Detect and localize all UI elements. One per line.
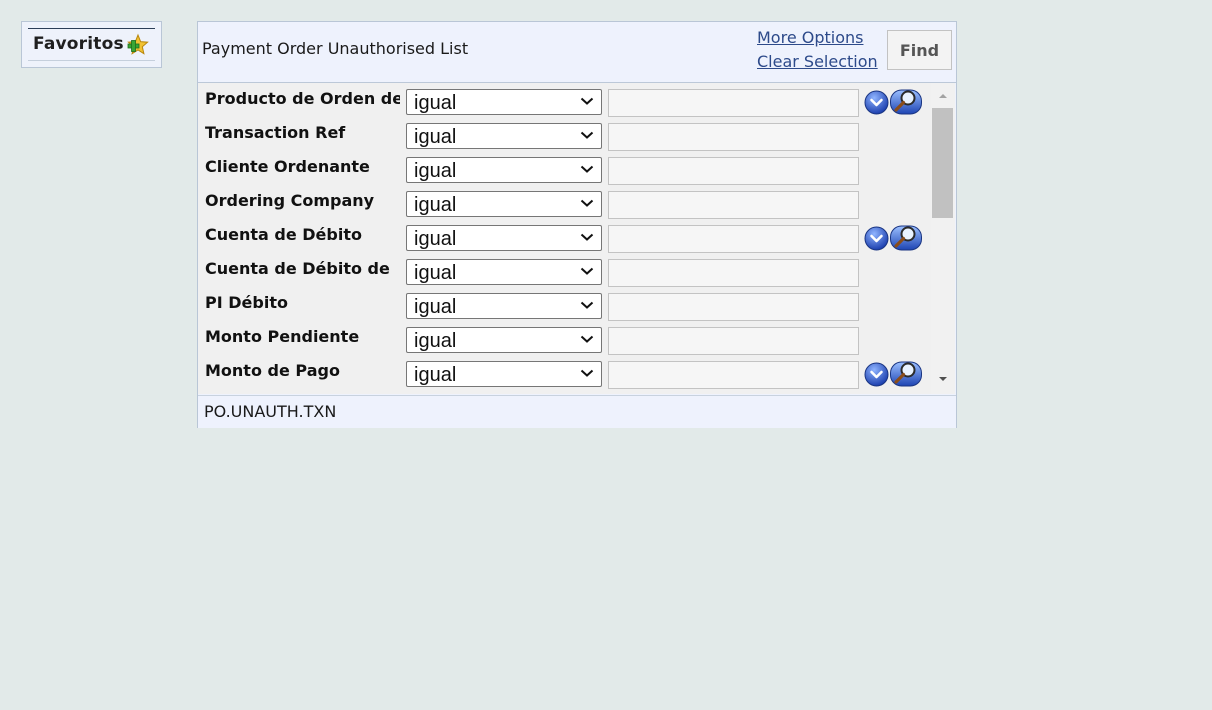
field-label: Ordering Company xyxy=(205,191,375,210)
operator-select[interactable]: igual xyxy=(406,89,602,115)
field-label: Cliente Ordenante xyxy=(205,157,370,176)
criteria-value-input[interactable] xyxy=(608,89,859,117)
enquiry-id: PO.UNAUTH.TXN xyxy=(204,402,337,421)
criteria-row-7: PI Débito igual xyxy=(198,287,931,321)
more-options-link[interactable]: More Options xyxy=(757,28,863,47)
operator-select[interactable]: igual xyxy=(406,191,602,217)
operator-value: igual xyxy=(414,330,457,352)
operator-select[interactable]: igual xyxy=(406,123,602,149)
operator-select[interactable]: igual xyxy=(406,225,602,251)
criteria-row-5: Cuenta de Débito igual xyxy=(198,219,931,253)
scroll-down-arrow-icon[interactable] xyxy=(937,374,949,384)
chevron-down-icon xyxy=(580,199,594,207)
criteria-row-8: Monto Pendiente igual xyxy=(198,321,931,355)
operator-value: igual xyxy=(414,296,457,318)
field-label: Monto de Pago xyxy=(205,361,340,380)
find-button[interactable]: Find xyxy=(887,30,952,70)
operator-value: igual xyxy=(414,262,457,284)
clear-selection-link[interactable]: Clear Selection xyxy=(757,52,878,71)
operator-value: igual xyxy=(414,92,457,114)
field-label: PI Débito xyxy=(205,293,288,312)
chevron-down-icon xyxy=(580,131,594,139)
lookup-search-icon[interactable] xyxy=(890,224,922,251)
criteria-row-9: Monto de Pago igual xyxy=(198,355,931,389)
chevron-down-icon xyxy=(580,165,594,173)
dropdown-list-icon[interactable] xyxy=(864,362,889,387)
criteria-value-input[interactable] xyxy=(608,123,859,151)
criteria-value-input[interactable] xyxy=(608,361,859,389)
lookup-search-icon[interactable] xyxy=(890,88,922,115)
criteria-value-input[interactable] xyxy=(608,327,859,355)
criteria-row-1: Producto de Orden de igual xyxy=(198,83,931,117)
field-label: Cuenta de Débito de xyxy=(205,259,390,278)
chevron-down-icon xyxy=(580,267,594,275)
criteria-scrollbar[interactable] xyxy=(931,83,955,394)
favorites-label: Favoritos xyxy=(33,34,124,54)
chevron-down-icon xyxy=(580,233,594,241)
criteria-value-input[interactable] xyxy=(608,293,859,321)
operator-select[interactable]: igual xyxy=(406,361,602,387)
field-label: Cuenta de Débito xyxy=(205,225,362,244)
enquiry-header: Payment Order Unauthorised List More Opt… xyxy=(198,22,956,83)
field-label: Monto Pendiente xyxy=(205,327,360,346)
operator-value: igual xyxy=(414,228,457,250)
chevron-down-icon xyxy=(580,97,594,105)
dropdown-list-icon[interactable] xyxy=(864,226,889,251)
lookup-search-icon[interactable] xyxy=(890,360,922,387)
selection-criteria: Producto de Orden de igual Transaction R… xyxy=(198,83,931,394)
criteria-value-input[interactable] xyxy=(608,191,859,219)
chevron-down-icon xyxy=(580,335,594,343)
enquiry-footer: PO.UNAUTH.TXN xyxy=(198,395,956,428)
operator-select[interactable]: igual xyxy=(406,259,602,285)
operator-select[interactable]: igual xyxy=(406,327,602,353)
operator-select[interactable]: igual xyxy=(406,293,602,319)
dropdown-list-icon[interactable] xyxy=(864,90,889,115)
criteria-value-input[interactable] xyxy=(608,259,859,287)
field-label: Producto de Orden de xyxy=(205,89,400,108)
operator-value: igual xyxy=(414,364,457,386)
enquiry-panel: Payment Order Unauthorised List More Opt… xyxy=(197,21,957,428)
criteria-row-2: Transaction Ref igual xyxy=(198,117,931,151)
criteria-value-input[interactable] xyxy=(608,157,859,185)
operator-value: igual xyxy=(414,194,457,216)
scroll-thumb[interactable] xyxy=(932,108,953,218)
operator-select[interactable]: igual xyxy=(406,157,602,183)
favorites-panel: Favoritos xyxy=(21,21,162,68)
criteria-row-6: Cuenta de Débito de igual xyxy=(198,253,931,287)
operator-value: igual xyxy=(414,160,457,182)
chevron-down-icon xyxy=(580,369,594,377)
operator-value: igual xyxy=(414,126,457,148)
criteria-value-input[interactable] xyxy=(608,225,859,253)
favorites-header: Favoritos xyxy=(28,28,155,61)
add-favorite-star-icon[interactable] xyxy=(126,33,150,57)
criteria-row-3: Cliente Ordenante igual xyxy=(198,151,931,185)
chevron-down-icon xyxy=(580,301,594,309)
field-label: Transaction Ref xyxy=(205,123,346,142)
criteria-row-4: Ordering Company igual xyxy=(198,185,931,219)
page-title: Payment Order Unauthorised List xyxy=(202,39,469,58)
scroll-up-arrow-icon[interactable] xyxy=(937,91,949,101)
